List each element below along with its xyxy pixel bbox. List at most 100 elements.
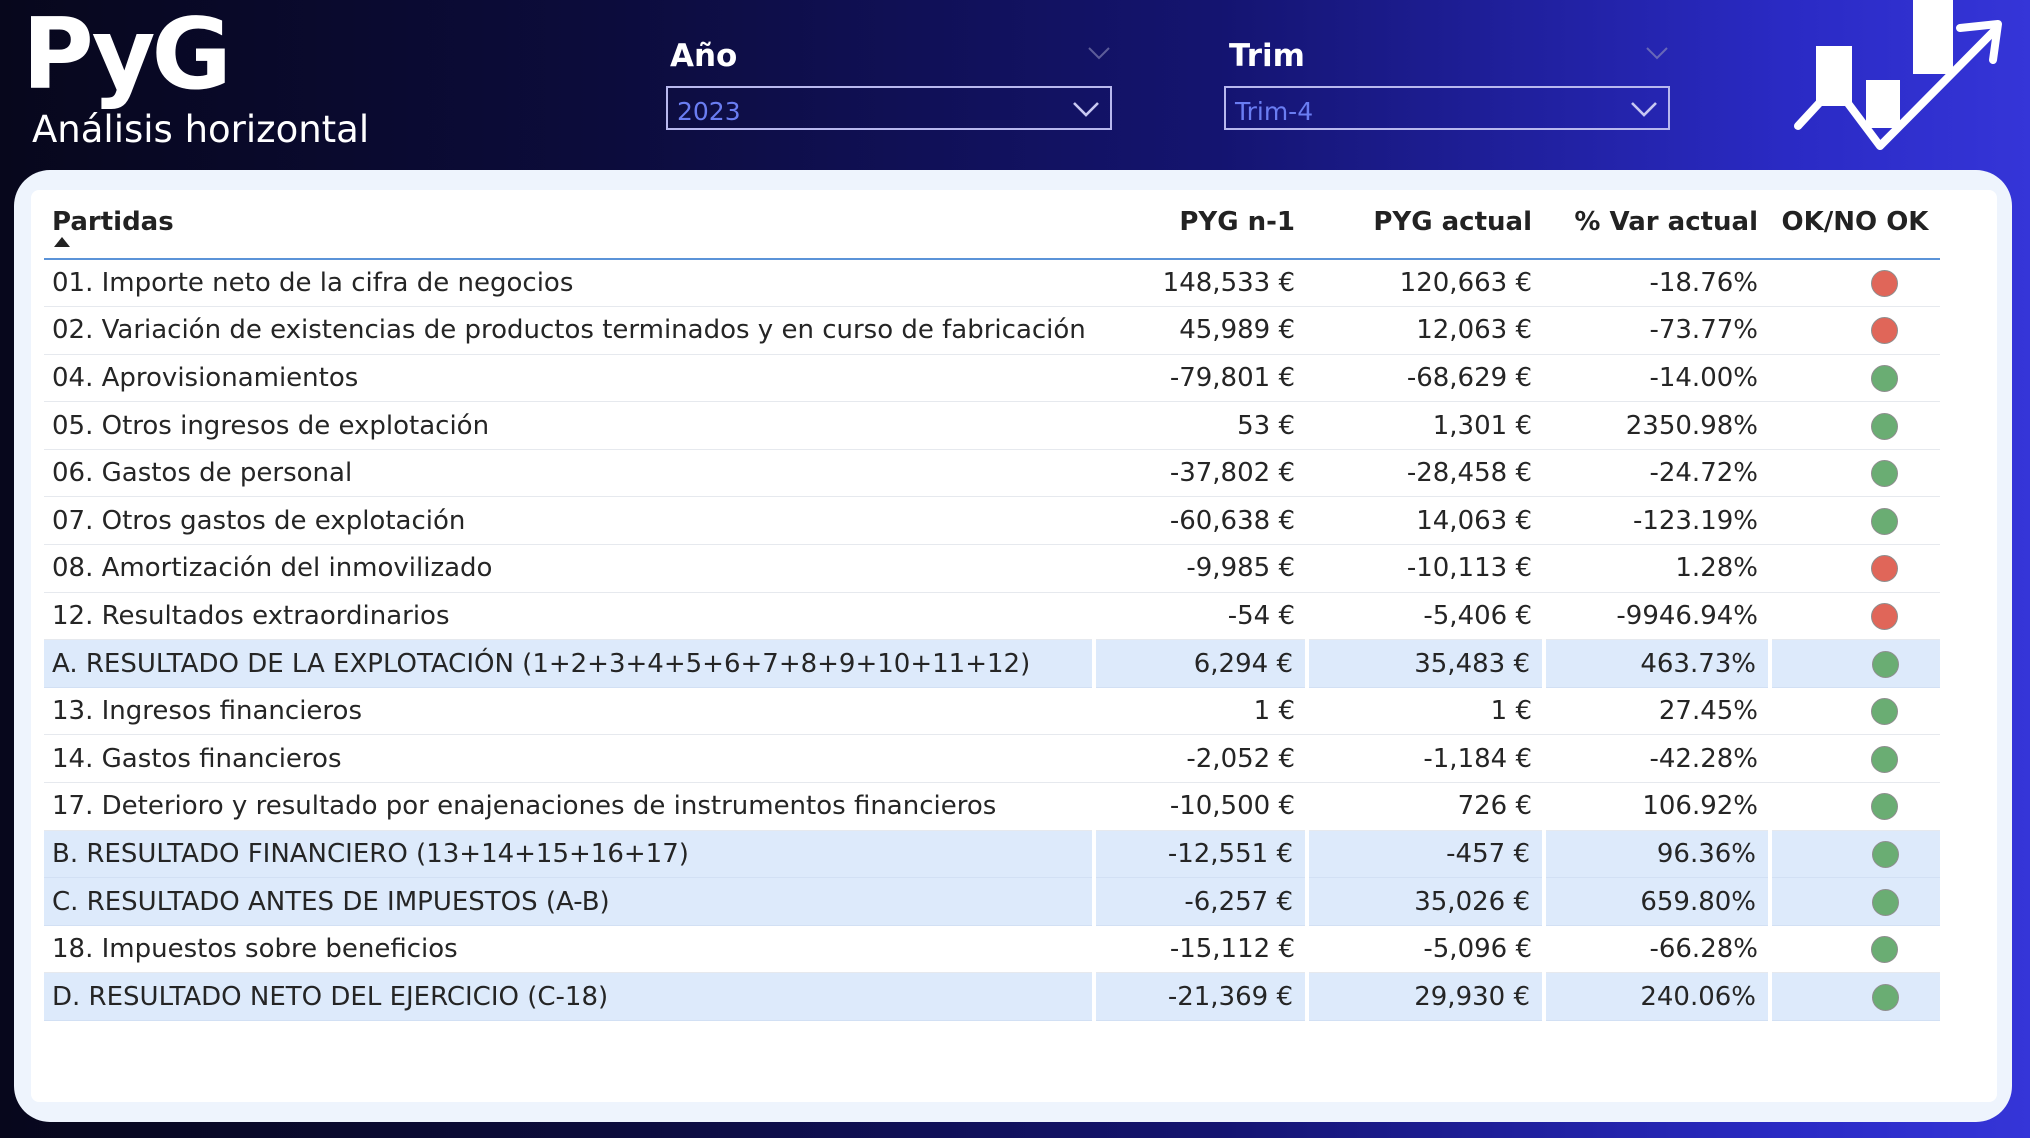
table-row[interactable]: 06. Gastos de personal -37,802 € -28,458 €… bbox=[44, 449, 1940, 498]
chevron-down-icon[interactable] bbox=[1644, 44, 1670, 62]
row-name: C. RESULTADO ANTES DE IMPUESTOS (A-B) bbox=[44, 877, 1094, 926]
chevron-down-icon[interactable] bbox=[1072, 100, 1100, 118]
table-body: 01. Importe neto de la cifra de negocios… bbox=[44, 259, 1940, 1021]
table-row[interactable]: C. RESULTADO ANTES DE IMPUESTOS (A-B) -6,… bbox=[44, 877, 1940, 926]
row-pyg-prev: 148,533 € bbox=[1094, 259, 1307, 308]
table-row[interactable]: 08. Amortización del inmovilizado -9,985 … bbox=[44, 544, 1940, 593]
status-ok-icon bbox=[1870, 507, 1898, 535]
status-ok-icon bbox=[1870, 793, 1898, 821]
row-status bbox=[1768, 877, 1940, 926]
quarter-dropdown-value: Trim-4 bbox=[1235, 97, 1314, 126]
column-header-partidas[interactable]: Partidas bbox=[44, 195, 1094, 260]
status-not-ok-icon bbox=[1870, 602, 1898, 630]
table-row[interactable]: B. RESULTADO FINANCIERO (13+14+15+16+17)… bbox=[44, 830, 1940, 879]
row-pyg-actual: -68,629 € bbox=[1307, 354, 1544, 403]
row-status bbox=[1770, 734, 1940, 784]
year-dropdown-value: 2023 bbox=[677, 97, 741, 126]
table-row[interactable]: 04. Aprovisionamientos -79,801 € -68,629 €… bbox=[44, 354, 1940, 403]
row-var: 240.06% bbox=[1542, 972, 1770, 1021]
row-var: 96.36% bbox=[1542, 830, 1770, 879]
row-var: 106.92% bbox=[1544, 782, 1770, 831]
quarter-dropdown[interactable]: Trim-4 bbox=[1224, 86, 1670, 130]
row-pyg-actual: 726 € bbox=[1307, 782, 1544, 831]
status-not-ok-icon bbox=[1870, 270, 1898, 298]
row-status bbox=[1768, 972, 1940, 1021]
table-row[interactable]: 07. Otros gastos de explotación -60,638 €… bbox=[44, 496, 1940, 546]
row-pyg-prev: -79,801 € bbox=[1094, 354, 1307, 403]
row-var: -42.28% bbox=[1544, 734, 1770, 784]
row-pyg-actual: -1,184 € bbox=[1307, 734, 1544, 784]
quarter-filter-label: Trim bbox=[1229, 38, 1305, 74]
row-pyg-actual: -28,458 € bbox=[1307, 449, 1544, 498]
row-status bbox=[1770, 449, 1940, 498]
column-header-pyg-prev[interactable]: PYG n-1 bbox=[1094, 195, 1307, 260]
year-filter-label: Año bbox=[670, 38, 738, 74]
sort-ascending-icon[interactable] bbox=[54, 237, 70, 247]
growth-chart-arrow-icon bbox=[1794, 0, 2002, 150]
row-name: 04. Aprovisionamientos bbox=[44, 354, 1094, 403]
column-header-var[interactable]: % Var actual bbox=[1544, 195, 1770, 260]
row-status bbox=[1770, 496, 1940, 546]
row-pyg-prev: 1 € bbox=[1094, 687, 1307, 736]
row-var: -24.72% bbox=[1544, 449, 1770, 498]
row-name: 18. Impuestos sobre beneficios bbox=[44, 925, 1094, 974]
table-row[interactable]: 05. Otros ingresos de explotación 53 €1,3… bbox=[44, 401, 1940, 450]
row-status bbox=[1770, 782, 1940, 831]
row-pyg-actual: 12,063 € bbox=[1307, 306, 1544, 355]
row-status bbox=[1770, 354, 1940, 403]
row-pyg-prev: -54 € bbox=[1094, 592, 1307, 641]
table-row[interactable]: A. RESULTADO DE LA EXPLOTACIÓN (1+2+3+4+… bbox=[44, 639, 1940, 688]
status-ok-icon bbox=[1871, 888, 1899, 916]
chevron-down-icon[interactable] bbox=[1630, 100, 1658, 118]
page-subtitle: Análisis horizontal bbox=[32, 108, 370, 151]
row-name: 17. Deterioro y resultado por enajenacio… bbox=[44, 782, 1094, 831]
row-pyg-prev: -15,112 € bbox=[1094, 925, 1307, 974]
table-row[interactable]: 12. Resultados extraordinarios -54 € -5,40… bbox=[44, 592, 1940, 641]
row-name: 05. Otros ingresos de explotación bbox=[44, 401, 1094, 450]
row-pyg-actual: 29,930 € bbox=[1305, 972, 1544, 1021]
row-name: 08. Amortización del inmovilizado bbox=[44, 544, 1094, 593]
status-ok-icon bbox=[1870, 745, 1898, 773]
status-ok-icon bbox=[1871, 983, 1899, 1011]
row-name: 12. Resultados extraordinarios bbox=[44, 592, 1094, 641]
year-dropdown[interactable]: 2023 bbox=[666, 86, 1112, 130]
table-header-row: Partidas PYG n-1 PYG actual % Var actual… bbox=[44, 195, 1940, 260]
table-row[interactable]: 02. Variación de existencias de producto… bbox=[44, 306, 1940, 355]
row-pyg-prev: -12,551 € bbox=[1092, 830, 1307, 879]
table-row[interactable]: D. RESULTADO NETO DEL EJERCICIO (C-18) -2… bbox=[44, 972, 1940, 1021]
row-var: -123.19% bbox=[1544, 496, 1770, 546]
row-status bbox=[1768, 639, 1940, 688]
row-pyg-actual: 120,663 € bbox=[1307, 259, 1544, 308]
table-row[interactable]: 13. Ingresos financieros 1 €1 €27.45% bbox=[44, 687, 1940, 736]
row-status bbox=[1770, 544, 1940, 593]
row-name: 13. Ingresos financieros bbox=[44, 687, 1094, 736]
row-status bbox=[1770, 259, 1940, 308]
table-row[interactable]: 17. Deterioro y resultado por enajenacio… bbox=[44, 782, 1940, 831]
row-var: 2350.98% bbox=[1544, 401, 1770, 450]
row-name: B. RESULTADO FINANCIERO (13+14+15+16+17) bbox=[44, 830, 1094, 879]
row-pyg-actual: -5,406 € bbox=[1307, 592, 1544, 641]
row-pyg-prev: 6,294 € bbox=[1092, 639, 1307, 688]
pyg-table: Partidas PYG n-1 PYG actual % Var actual… bbox=[44, 195, 1940, 1021]
row-pyg-prev: -21,369 € bbox=[1092, 972, 1307, 1021]
table-row[interactable]: 01. Importe neto de la cifra de negocios… bbox=[44, 259, 1940, 308]
row-name: D. RESULTADO NETO DEL EJERCICIO (C-18) bbox=[44, 972, 1094, 1021]
column-header-pyg-actual[interactable]: PYG actual bbox=[1307, 195, 1544, 260]
status-ok-icon bbox=[1870, 698, 1898, 726]
row-var: 1.28% bbox=[1544, 544, 1770, 593]
status-not-ok-icon bbox=[1870, 555, 1898, 583]
row-status bbox=[1770, 592, 1940, 641]
row-name: 01. Importe neto de la cifra de negocios bbox=[44, 259, 1094, 308]
chevron-down-icon[interactable] bbox=[1086, 44, 1112, 62]
row-pyg-prev: -37,802 € bbox=[1094, 449, 1307, 498]
row-status bbox=[1768, 830, 1940, 879]
column-header-status[interactable]: OK/NO OK bbox=[1770, 195, 1940, 260]
row-pyg-prev: -60,638 € bbox=[1094, 496, 1307, 546]
status-ok-icon bbox=[1870, 936, 1898, 964]
table-row[interactable]: 14. Gastos financieros -2,052 € -1,184 € -4… bbox=[44, 734, 1940, 784]
row-pyg-actual: -10,113 € bbox=[1307, 544, 1544, 593]
row-pyg-actual: 35,483 € bbox=[1305, 639, 1544, 688]
status-ok-icon bbox=[1871, 840, 1899, 868]
table-row[interactable]: 18. Impuestos sobre beneficios -15,112 € -… bbox=[44, 925, 1940, 974]
row-status bbox=[1770, 401, 1940, 450]
